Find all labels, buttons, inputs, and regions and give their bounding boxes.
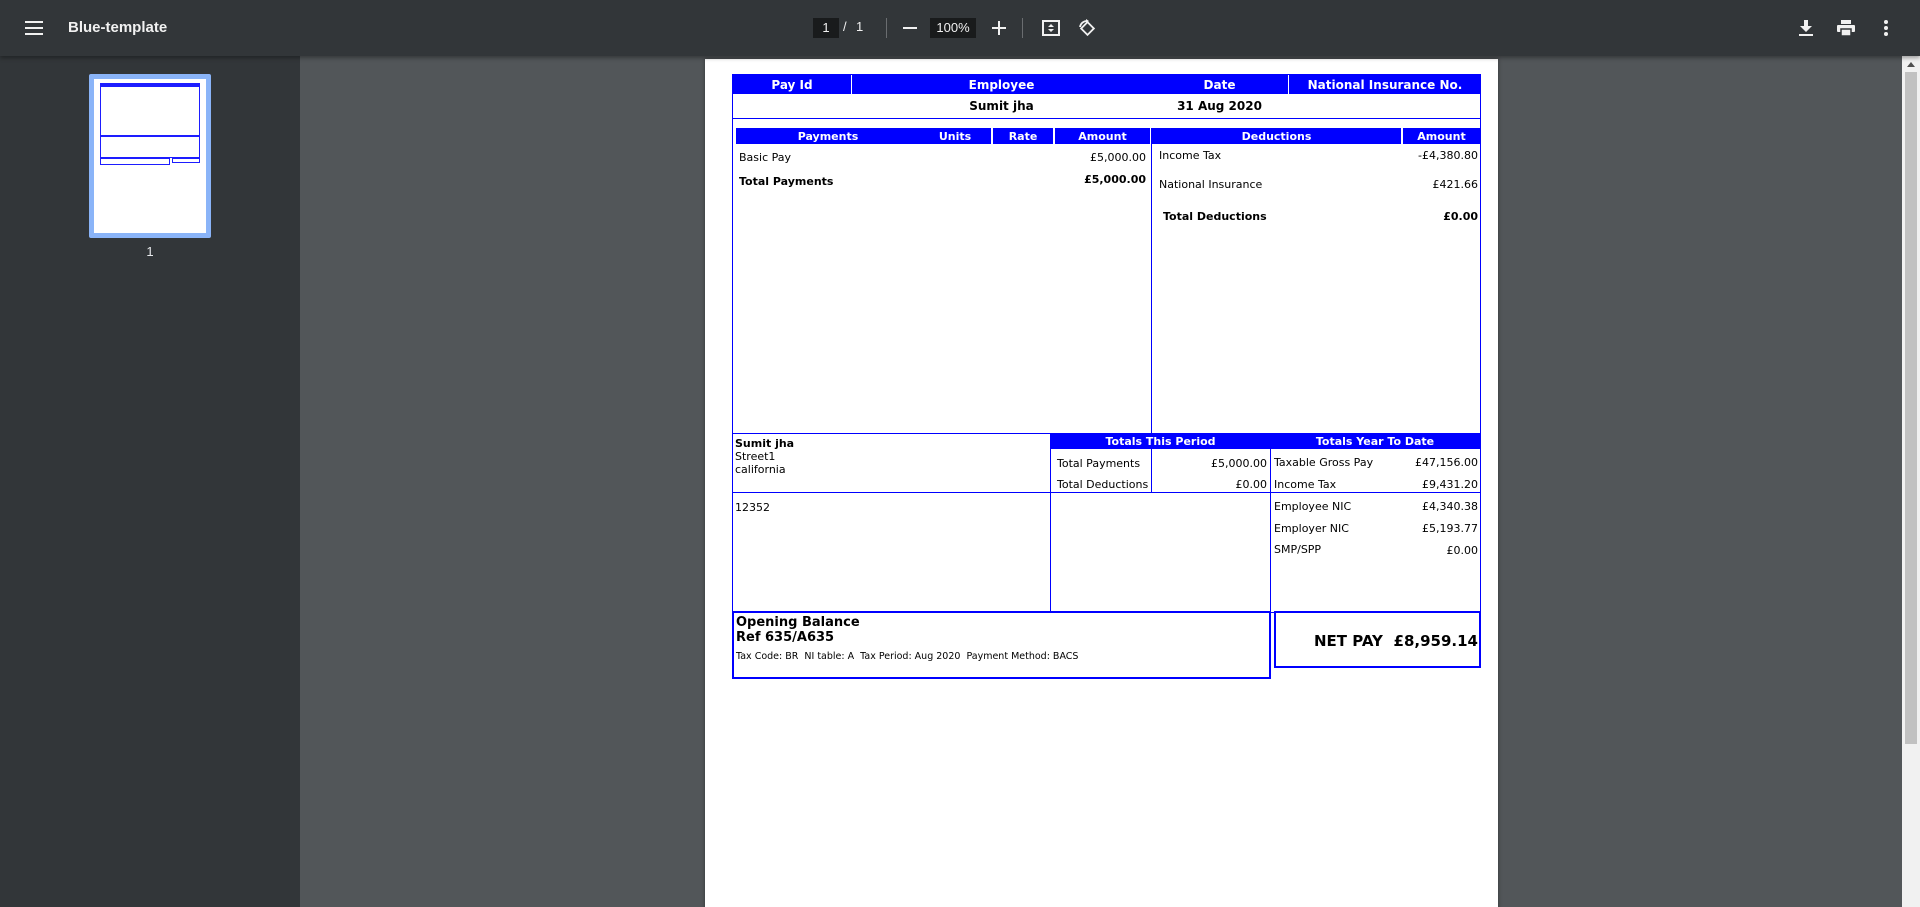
scroll-up-arrow-icon[interactable] xyxy=(1907,62,1915,67)
more-icon[interactable] xyxy=(1870,12,1902,44)
rate-col-label: Rate xyxy=(1008,130,1038,143)
payment-row-amount: £5,000.00 xyxy=(1090,151,1146,164)
period-row-label: Total Payments xyxy=(1057,457,1141,470)
fit-page-icon[interactable] xyxy=(1035,12,1067,44)
document-title: Blue-template xyxy=(68,19,168,36)
total-payments-amount: £5,000.00 xyxy=(1084,173,1146,186)
deduction-row-label: Income Tax xyxy=(1159,149,1222,162)
totals-header-bar: Totals This Period Totals Year To Date xyxy=(1051,434,1480,449)
ytd-row-amount: £9,431.20 xyxy=(1422,478,1478,491)
payments-col-label: Payments xyxy=(797,130,859,143)
total-deductions-label: Total Deductions xyxy=(1163,210,1267,223)
vertical-scrollbar[interactable] xyxy=(1902,56,1920,907)
page-number-input[interactable]: 1 xyxy=(813,18,839,38)
deductions-header-bar: Deductions Amount xyxy=(1152,128,1480,144)
download-icon[interactable] xyxy=(1790,12,1822,44)
header-date: Date xyxy=(1203,78,1236,92)
ytd-row-label: Taxable Gross Pay xyxy=(1274,456,1374,469)
pay-date: 31 Aug 2020 xyxy=(1177,99,1262,113)
net-pay-label: NET PAY xyxy=(1314,632,1383,650)
address-divider xyxy=(1050,433,1051,613)
print-icon[interactable] xyxy=(1830,12,1862,44)
page-total: 1 xyxy=(856,19,864,34)
ytd-row-amount: £5,193.77 xyxy=(1422,522,1478,535)
tax-info: Tax Code: BR NI table: A Tax Period: Aug… xyxy=(736,651,1079,662)
thumb-footer xyxy=(100,158,170,165)
payslip-header-bar: Pay Id Employee Date National Insurance … xyxy=(732,74,1481,95)
header-pay-id: Pay Id xyxy=(733,75,852,95)
ref-label: Ref 635/A635 xyxy=(736,630,835,645)
period-row-amount: £5,000.00 xyxy=(1211,457,1267,470)
thumb-totals xyxy=(100,136,200,158)
ytd-row-amount: £4,340.38 xyxy=(1422,500,1478,513)
total-payments-label: Total Payments xyxy=(739,175,834,188)
ytd-row-amount: £0.00 xyxy=(1446,544,1479,557)
net-pay-amount: £8,959.14 xyxy=(1393,632,1478,650)
ytd-row-label: Income Tax xyxy=(1274,478,1337,491)
address-name: Sumit jha xyxy=(735,437,795,450)
toolbar-divider xyxy=(1022,18,1023,38)
address-line1: Street1 xyxy=(735,450,776,463)
thumbnail-sidebar: 1 xyxy=(0,56,300,907)
net-pay-box: NET PAY £8,959.14 xyxy=(1274,611,1481,668)
zoom-level-input[interactable]: 100% xyxy=(930,18,976,38)
deductions-col-label: Deductions xyxy=(1241,130,1312,143)
amount-col-label: Amount xyxy=(1078,130,1127,143)
address-postcode: 12352 xyxy=(735,501,770,514)
toolbar-divider xyxy=(886,18,887,38)
opening-balance-label: Opening Balance xyxy=(736,615,860,630)
ytd-row-amount: £47,156.00 xyxy=(1415,456,1478,469)
thumbnail-page-number: 1 xyxy=(146,244,154,259)
viewer-toolbar: Blue-template 1 / 1 100% xyxy=(0,0,1920,56)
ytd-row-label: Employer NIC xyxy=(1274,522,1349,535)
totals-divider xyxy=(1270,449,1271,613)
menu-icon[interactable] xyxy=(18,12,50,44)
page-thumbnail[interactable] xyxy=(89,74,211,238)
header-employee: Employee xyxy=(968,78,1035,92)
period-row-label: Total Deductions xyxy=(1057,478,1149,491)
thumb-netpay xyxy=(172,158,200,163)
employee-name: Sumit jha xyxy=(969,99,1034,113)
address-line2: california xyxy=(735,463,786,476)
period-row-amount: £0.00 xyxy=(1235,478,1268,491)
scrollbar-thumb[interactable] xyxy=(1905,72,1917,744)
totals-ytd-header: Totals Year To Date xyxy=(1315,435,1435,448)
deduction-amount-col-label: Amount xyxy=(1417,130,1466,143)
totals-period-header: Totals This Period xyxy=(1105,435,1216,448)
zoom-out-icon[interactable] xyxy=(894,12,926,44)
ytd-row-label: SMP/SPP xyxy=(1274,543,1322,556)
deduction-row-amount: £421.66 xyxy=(1432,178,1479,191)
pdf-page: Pay Id Employee Date National Insurance … xyxy=(705,59,1498,907)
header-ni-number: National Insurance No. xyxy=(1288,75,1481,95)
page-separator: / xyxy=(843,19,847,34)
payment-row-label: Basic Pay xyxy=(739,151,792,164)
ytd-row-label: Employee NIC xyxy=(1274,500,1352,513)
payslip-header-values: Sumit jha 31 Aug 2020 xyxy=(732,94,1481,119)
deduction-row-amount: -£4,380.80 xyxy=(1418,149,1478,162)
rotate-icon[interactable] xyxy=(1071,12,1103,44)
zoom-in-icon[interactable] xyxy=(983,12,1015,44)
total-deductions-amount: £0.00 xyxy=(1443,210,1478,223)
units-col-label: Units xyxy=(938,130,972,143)
thumb-body xyxy=(100,86,200,136)
deduction-row-label: National Insurance xyxy=(1159,178,1263,191)
payments-header-bar: Payments Units Rate Amount xyxy=(736,128,1150,144)
